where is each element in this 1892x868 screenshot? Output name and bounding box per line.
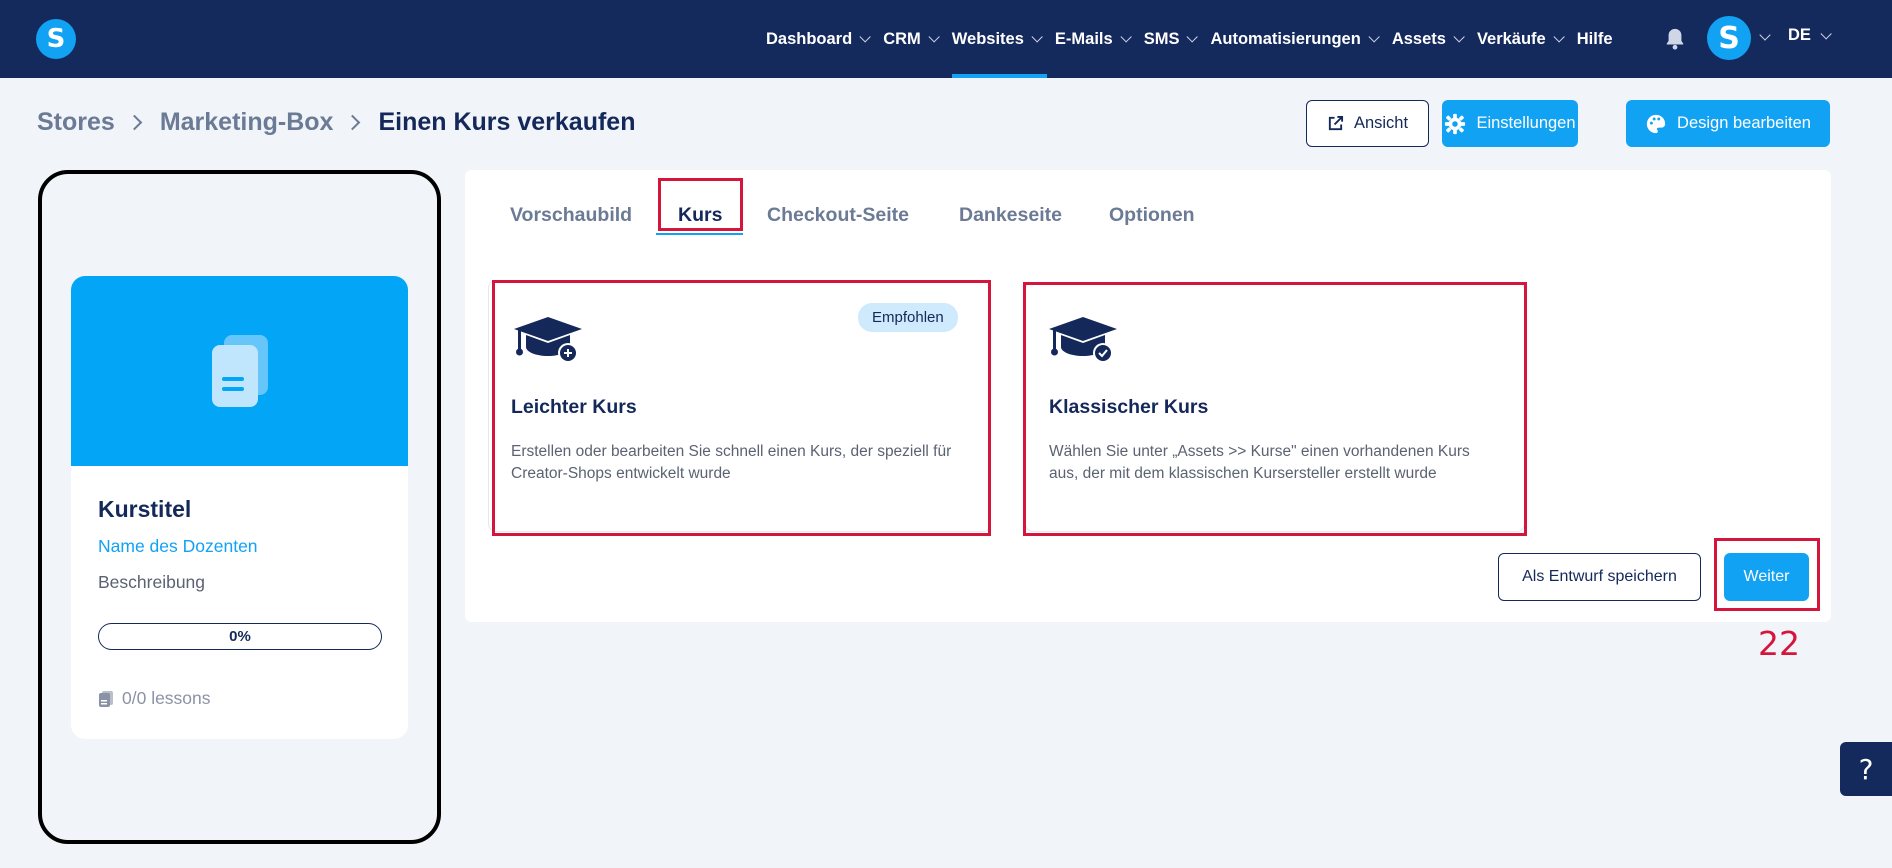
app-logo[interactable]: S — [36, 19, 76, 59]
tab-thank-you-page[interactable]: Dankeseite — [959, 194, 1062, 236]
question-mark-icon: ? — [1858, 752, 1874, 786]
palette-icon — [1646, 114, 1666, 133]
save-draft-button[interactable]: Als Entwurf speichern — [1498, 553, 1701, 601]
progress-bar: 0% — [98, 623, 382, 650]
user-avatar[interactable]: S — [1707, 16, 1751, 60]
chevron-down-icon — [1368, 31, 1380, 43]
nav-item-sms[interactable]: SMS — [1143, 0, 1199, 78]
breadcrumb-marketing-box[interactable]: Marketing-Box — [160, 108, 334, 137]
progress-label: 0% — [229, 628, 251, 645]
chevron-down-icon — [1186, 31, 1199, 43]
logo-letter: S — [46, 24, 66, 54]
breadcrumb-stores[interactable]: Stores — [37, 108, 115, 137]
view-button[interactable]: Ansicht — [1306, 100, 1429, 147]
nav-item-automations[interactable]: Automatisierungen — [1210, 0, 1380, 78]
nav-item-dashboard[interactable]: Dashboard — [766, 0, 871, 78]
chevron-down-icon — [1120, 31, 1132, 43]
nav-item-sales[interactable]: Verkäufe — [1476, 0, 1565, 78]
nav-item-crm[interactable]: CRM — [883, 0, 940, 78]
language-selector[interactable]: DE — [1788, 26, 1832, 45]
help-button[interactable]: ? — [1840, 742, 1892, 796]
nav-item-assets[interactable]: Assets — [1391, 0, 1465, 78]
main-menu: Dashboard CRM Websites E-Mails SMS Autom… — [766, 0, 1629, 78]
chevron-right-icon — [345, 114, 361, 131]
top-navigation: S Dashboard CRM Websites E-Mails SMS Aut… — [0, 0, 1892, 78]
instructor-name: Name des Dozenten — [98, 536, 258, 556]
highlight-box-easy-course — [492, 280, 991, 536]
tab-thumbnail[interactable]: Vorschaubild — [510, 194, 632, 236]
tab-label: Vorschaubild — [510, 203, 633, 226]
nav-item-label: Websites — [951, 29, 1024, 48]
course-description: Beschreibung — [98, 572, 206, 592]
view-button-label: Ansicht — [1353, 114, 1409, 132]
highlight-box-classic-course — [1023, 282, 1527, 536]
nav-item-label: Dashboard — [766, 29, 853, 48]
edit-design-button-label: Design bearbeiten — [1677, 114, 1811, 132]
chevron-down-icon — [1453, 31, 1465, 43]
highlight-box-tab — [658, 178, 743, 231]
chevron-down-icon — [1820, 27, 1832, 40]
tab-label: Optionen — [1109, 203, 1195, 226]
highlight-box-next — [1714, 538, 1820, 611]
chevron-down-icon — [1553, 31, 1565, 43]
course-preview-card: Kurstitel Name des Dozenten Beschreibung… — [71, 276, 408, 739]
nav-item-help[interactable]: Hilfe — [1577, 0, 1613, 78]
lessons-label: 0/0 lessons — [122, 688, 211, 708]
document-icon — [99, 690, 113, 707]
save-draft-button-label: Als Entwurf speichern — [1522, 568, 1677, 585]
chevron-right-icon — [126, 114, 143, 131]
nav-item-label: Assets — [1391, 29, 1446, 48]
course-thumbnail — [71, 276, 408, 466]
course-title: Kurstitel — [98, 496, 192, 522]
breadcrumb-current: Einen Kurs verkaufen — [378, 108, 636, 136]
nav-item-emails[interactable]: E-Mails — [1054, 0, 1132, 78]
nav-item-label: Automatisierungen — [1210, 29, 1361, 48]
active-tab-indicator — [656, 233, 743, 235]
chevron-down-icon — [1031, 31, 1043, 43]
lessons-count: 0/0 lessons — [98, 688, 211, 709]
nav-item-label: CRM — [883, 29, 921, 48]
language-label: DE — [1788, 26, 1811, 44]
chevron-down-icon[interactable] — [1759, 29, 1771, 41]
tab-checkout-page[interactable]: Checkout-Seite — [767, 194, 909, 236]
nav-item-websites[interactable]: Websites — [951, 0, 1048, 78]
tab-label: Checkout-Seite — [767, 203, 909, 226]
tab-options[interactable]: Optionen — [1109, 194, 1195, 236]
external-link-icon — [1328, 115, 1343, 131]
settings-button-label: Einstellungen — [1476, 114, 1576, 132]
tab-label: Dankeseite — [959, 203, 1062, 226]
gear-icon — [1445, 113, 1466, 134]
chevron-down-icon — [859, 31, 871, 43]
edit-design-button[interactable]: Design bearbeiten — [1626, 100, 1830, 147]
bell-icon[interactable] — [1664, 27, 1686, 51]
nav-item-label: Hilfe — [1576, 29, 1613, 48]
nav-item-label: SMS — [1143, 29, 1180, 48]
chevron-down-icon — [928, 31, 940, 43]
settings-button[interactable]: Einstellungen — [1442, 100, 1578, 147]
breadcrumb: Stores Marketing-Box Einen Kurs verkaufe… — [37, 108, 635, 137]
nav-item-label: E-Mails — [1054, 29, 1113, 48]
nav-item-label: Verkäufe — [1476, 29, 1546, 48]
documents-icon — [211, 335, 268, 407]
step-number: 22 — [1758, 624, 1800, 663]
